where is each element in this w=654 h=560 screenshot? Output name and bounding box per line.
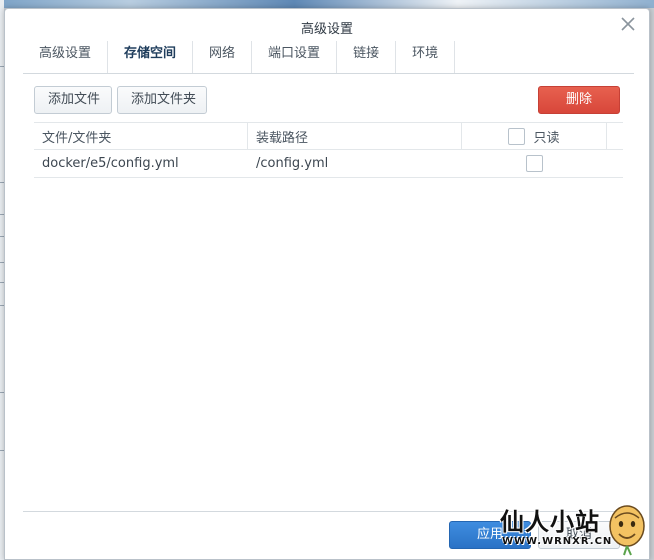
row-readonly bbox=[462, 150, 607, 177]
header-spacer bbox=[607, 123, 623, 149]
readonly-label: 只读 bbox=[533, 130, 560, 146]
dialog-title: 高级设置 bbox=[300, 22, 353, 37]
readonly-all-checkbox[interactable] bbox=[508, 127, 526, 145]
add-folder-button[interactable]: 添加文件夹 bbox=[117, 86, 207, 114]
watermark-title: 仙人小站 bbox=[500, 508, 600, 536]
tab-bar: 高级设置 存储空间 网络 端口设置 链接 环境 bbox=[23, 41, 634, 74]
add-file-button[interactable]: 添加文件 bbox=[34, 86, 112, 114]
tab-port-settings[interactable]: 端口设置 bbox=[252, 41, 338, 73]
row-spacer bbox=[607, 150, 623, 177]
row-mount-path: /config.yml bbox=[256, 156, 329, 171]
watermark-url: WWW.WRNXR.CN bbox=[502, 536, 613, 547]
mascot-face-icon bbox=[609, 505, 645, 556]
delete-button[interactable]: 删除 bbox=[538, 86, 620, 114]
table-header: 文件/文件夹 装载路径 只读 bbox=[34, 122, 623, 150]
watermark: 仙人小站 WWW.WRNXR.CN bbox=[500, 502, 650, 558]
desktop-background bbox=[0, 0, 654, 8]
table-row[interactable]: docker/e5/config.yml /config.yml bbox=[34, 150, 623, 178]
tab-storage[interactable]: 存储空间 bbox=[108, 41, 194, 73]
tab-environment[interactable]: 环境 bbox=[396, 41, 456, 73]
tab-network[interactable]: 网络 bbox=[193, 41, 253, 73]
row-file-folder: docker/e5/config.yml bbox=[42, 156, 179, 171]
advanced-settings-dialog: 高级设置 高级设置 存储空间 网络 端口设置 链接 环境 添加文件 添加文件夹 … bbox=[4, 8, 650, 560]
tab-links[interactable]: 链接 bbox=[337, 41, 397, 73]
readonly-checkbox[interactable] bbox=[526, 155, 543, 172]
header-readonly: 只读 bbox=[462, 123, 607, 149]
volume-table: 文件/文件夹 装载路径 只读 docker/e5/config.yml /con… bbox=[34, 122, 623, 178]
header-mount-path[interactable]: 装载路径 bbox=[248, 123, 462, 149]
close-icon[interactable] bbox=[619, 15, 637, 33]
tab-advanced-settings[interactable]: 高级设置 bbox=[23, 41, 109, 73]
header-file-folder[interactable]: 文件/文件夹 bbox=[34, 123, 248, 149]
